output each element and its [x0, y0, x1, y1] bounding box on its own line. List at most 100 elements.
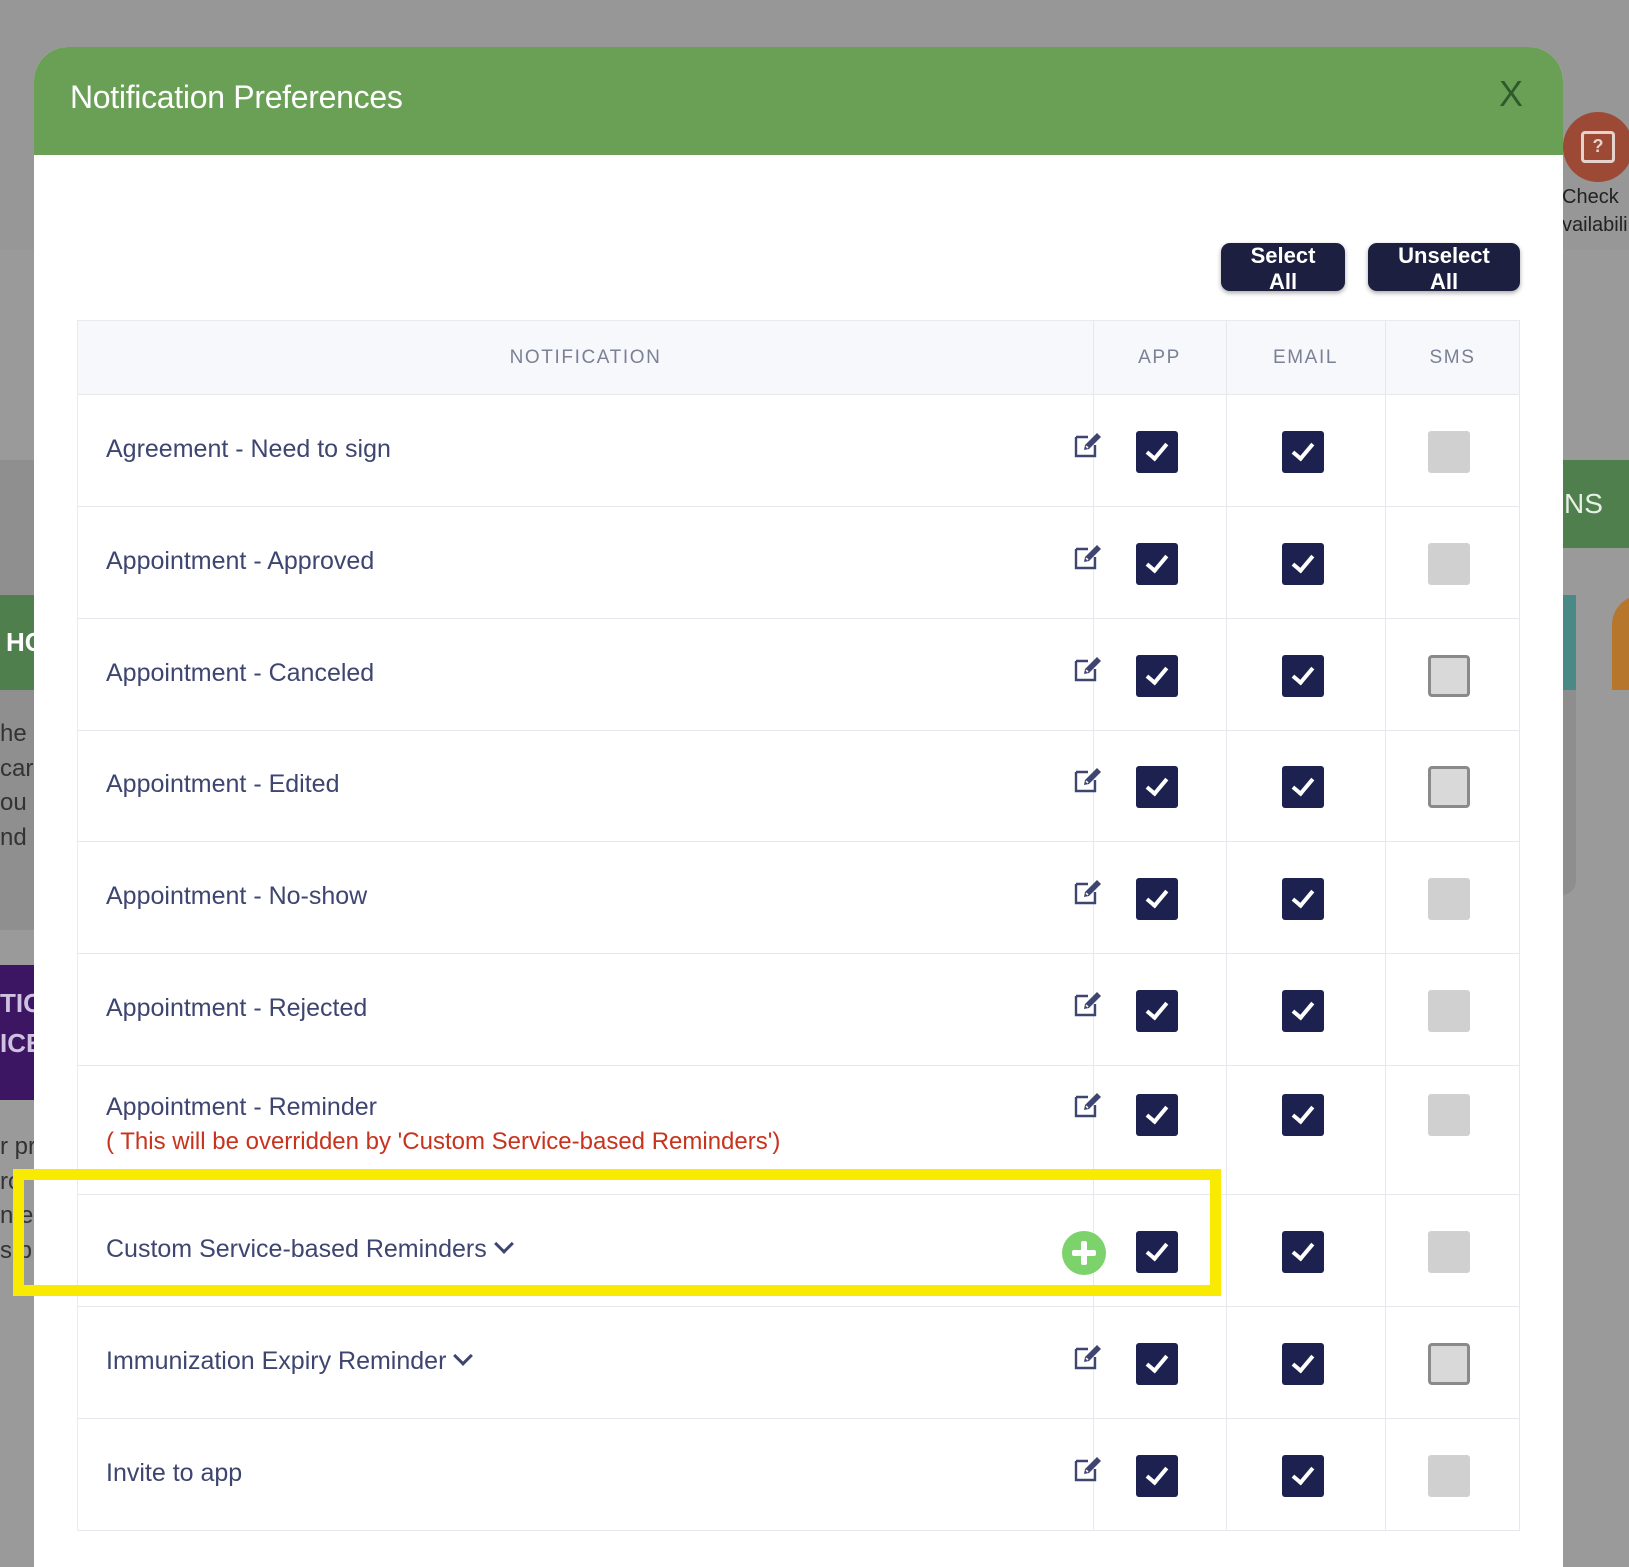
notification-label-text: Immunization Expiry Reminder — [106, 1346, 447, 1375]
column-divider — [1226, 731, 1227, 841]
close-button[interactable]: X — [1499, 73, 1523, 115]
email-checkbox[interactable] — [1282, 877, 1324, 920]
column-header-notification: NOTIFICATION — [509, 347, 662, 368]
email-checkbox[interactable] — [1282, 1094, 1324, 1136]
table-row: Custom Service-based Reminders — [78, 1195, 1520, 1307]
table-row: Appointment - Reminder ( This will be ove… — [78, 1066, 1520, 1195]
column-divider — [1226, 619, 1227, 730]
app-checkbox[interactable] — [1136, 1342, 1178, 1385]
column-divider — [1093, 321, 1094, 394]
column-divider — [1385, 395, 1386, 506]
edit-icon[interactable] — [1073, 431, 1103, 459]
notification-label-text: Custom Service-based Reminders — [106, 1234, 487, 1263]
column-divider — [1519, 731, 1520, 841]
background-green-banner-text: NS — [1564, 488, 1603, 519]
sms-checkbox — [1428, 430, 1470, 473]
column-divider — [1385, 731, 1386, 841]
app-checkbox[interactable] — [1136, 1454, 1178, 1497]
sms-checkbox — [1428, 542, 1470, 585]
sms-checkbox — [1428, 1454, 1470, 1497]
chevron-down-icon[interactable] — [493, 1233, 514, 1254]
app-checkbox[interactable] — [1136, 1230, 1178, 1273]
column-divider — [1226, 395, 1227, 506]
calendar-question-icon: ? — [1581, 131, 1615, 163]
table-row: Appointment - Approved — [78, 507, 1520, 619]
table-row: Appointment - Canceled — [78, 619, 1520, 731]
app-checkbox[interactable] — [1136, 654, 1178, 697]
edit-icon[interactable] — [1073, 1343, 1103, 1371]
email-checkbox[interactable] — [1282, 430, 1324, 473]
column-divider — [1226, 1419, 1227, 1530]
background-card — [1562, 690, 1576, 895]
check-availability-label: Check — [1562, 186, 1619, 208]
edit-icon[interactable] — [1073, 878, 1103, 906]
notification-label[interactable]: Immunization Expiry Reminder — [106, 1345, 474, 1376]
notification-label: Appointment - Edited — [106, 770, 339, 799]
column-divider — [1385, 842, 1386, 953]
app-checkbox[interactable] — [1136, 430, 1178, 473]
table-row: Immunization Expiry Reminder — [78, 1307, 1520, 1419]
sms-checkbox — [1428, 989, 1470, 1032]
app-checkbox[interactable] — [1136, 766, 1178, 808]
table-row: Invite to app — [78, 1419, 1520, 1531]
email-checkbox[interactable] — [1282, 989, 1324, 1032]
email-checkbox[interactable] — [1282, 1454, 1324, 1497]
column-divider — [1385, 1066, 1386, 1194]
column-divider — [1519, 842, 1520, 953]
app-checkbox[interactable] — [1136, 542, 1178, 585]
add-reminder-icon[interactable] — [1062, 1230, 1106, 1275]
column-divider — [1385, 1307, 1386, 1418]
app-checkbox[interactable] — [1136, 989, 1178, 1032]
email-checkbox[interactable] — [1282, 654, 1324, 697]
column-divider — [1519, 1195, 1520, 1306]
notification-label: Appointment - Reminder — [106, 1093, 377, 1122]
email-checkbox[interactable] — [1282, 1342, 1324, 1385]
table-row: Appointment - Rejected — [78, 954, 1520, 1066]
unselect-all-button[interactable]: Unselect All — [1368, 243, 1520, 294]
email-checkbox[interactable] — [1282, 766, 1324, 808]
column-divider — [1519, 1419, 1520, 1530]
column-divider — [1226, 1307, 1227, 1418]
column-divider — [1226, 1066, 1227, 1194]
table-row: Appointment - Edited — [78, 731, 1520, 842]
edit-icon[interactable] — [1073, 1091, 1103, 1119]
sms-checkbox[interactable] — [1428, 1342, 1470, 1385]
email-checkbox[interactable] — [1282, 542, 1324, 585]
sms-checkbox[interactable] — [1428, 654, 1470, 697]
check-availability-label: vailabili — [1562, 214, 1628, 236]
background-green-banner: NS — [1562, 460, 1629, 548]
email-checkbox[interactable] — [1282, 1230, 1324, 1273]
column-header-sms: SMS — [1429, 347, 1476, 368]
column-divider — [1519, 395, 1520, 506]
background-teal-card — [1562, 595, 1576, 690]
check-availability-button[interactable]: ? — [1563, 112, 1629, 182]
column-divider — [1519, 1307, 1520, 1418]
sms-checkbox[interactable] — [1428, 766, 1470, 808]
notification-preferences-modal: Notification Preferences X Select All Un… — [34, 47, 1563, 1567]
edit-icon[interactable] — [1073, 766, 1103, 794]
column-divider — [1385, 954, 1386, 1065]
table-row: Agreement - Need to sign — [78, 395, 1520, 507]
modal-title: Notification Preferences — [70, 79, 403, 115]
edit-icon[interactable] — [1073, 1455, 1103, 1483]
notification-label-text: Appointment - Rejected — [106, 993, 368, 1022]
edit-icon[interactable] — [1073, 543, 1103, 571]
edit-icon[interactable] — [1073, 990, 1103, 1018]
app-checkbox[interactable] — [1136, 1094, 1178, 1136]
column-divider — [1519, 507, 1520, 618]
app-checkbox[interactable] — [1136, 877, 1178, 920]
select-all-button[interactable]: Select All — [1221, 243, 1345, 294]
column-divider — [1519, 954, 1520, 1065]
notification-label[interactable]: Custom Service-based Reminders — [106, 1233, 514, 1264]
notification-label: Appointment - Rejected — [106, 994, 367, 1023]
table-row: Appointment - No-show — [78, 842, 1520, 954]
notification-label: Appointment - No-show — [106, 882, 367, 911]
column-header-email: EMAIL — [1272, 347, 1339, 368]
column-header-app: APP — [1138, 347, 1181, 368]
chevron-down-icon[interactable] — [453, 1345, 474, 1366]
sms-checkbox — [1428, 877, 1470, 920]
column-divider — [1226, 1195, 1227, 1306]
notification-label-text: Appointment - Approved — [106, 546, 375, 575]
notification-label-text: Agreement - Need to sign — [106, 434, 391, 463]
edit-icon[interactable] — [1073, 655, 1103, 683]
